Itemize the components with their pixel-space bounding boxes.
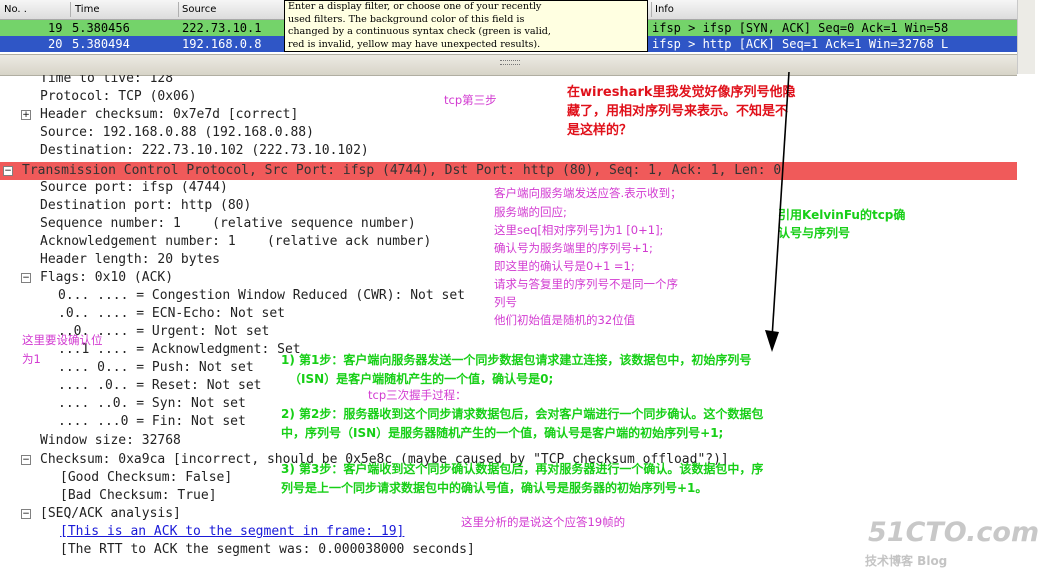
detail-protocol[interactable]: Protocol: TCP (0x06): [0, 88, 1017, 106]
note-step3-b: 列号是上一个同步请求数据包中的确认号值，确认号是服务器的初始序列号+1。: [281, 481, 708, 495]
packet-list-scrollbar[interactable]: [1017, 0, 1035, 74]
column-no[interactable]: No. .: [4, 4, 27, 15]
packet-time: 5.380494: [72, 37, 130, 51]
note-step1-a: 1) 第1步：客户端向服务器发送一个同步数据包请求建立连接，该数据包中，初始序列…: [281, 353, 752, 367]
packet-no: 19: [48, 21, 63, 35]
note-step2-a: 2) 第2步：服务器收到这个同步请求数据包后，会对客户端进行一个同步确认。这个数…: [281, 407, 764, 421]
note-frame: 这里分析的是说这个应答19帧的: [461, 515, 626, 529]
column-source[interactable]: Source: [182, 4, 216, 15]
note-pink-5: 即这里的确认号是0+1 =1;: [494, 259, 635, 273]
tooltip-line: red is invalid, yellow may have unexpect…: [288, 38, 541, 50]
tcp-header-row[interactable]: − Transmission Control Protocol, Src Port…: [0, 162, 1017, 180]
note-red-2: 藏了，用相对序列号来表示。不知是不: [567, 104, 789, 119]
note-pink-6: 请求与答复里的序列号不是同一个序: [494, 277, 678, 291]
note-third-step: tcp第三步: [444, 93, 497, 107]
column-info[interactable]: Info: [655, 4, 674, 15]
collapse-minus-icon[interactable]: −: [21, 509, 31, 519]
collapse-minus-icon[interactable]: −: [21, 455, 31, 465]
note-pink-8: 他们初始值是随机的32位值: [494, 313, 636, 327]
detail-source[interactable]: Source: 192.168.0.88 (192.168.0.88): [0, 124, 1017, 142]
detail-ttl[interactable]: Time to live: 128: [0, 75, 1017, 88]
packet-source: 192.168.0.8: [182, 37, 262, 51]
note-pink-7: 列号: [494, 295, 517, 309]
note-pink-2: 服务端的回应;: [494, 205, 567, 219]
detail-destination[interactable]: Destination: 222.73.10.102 (222.73.10.10…: [0, 142, 1017, 160]
column-time[interactable]: Time: [75, 4, 99, 15]
collapse-minus-icon[interactable]: −: [21, 273, 31, 283]
note-step2-b: 中，序列号（ISN）是服务器随机产生的一个值，确认号是客户端的初始序列号+1;: [281, 426, 724, 440]
watermark-subtitle: 技术博客 Blog: [865, 554, 948, 568]
filter-tooltip: Enter a display filter, or choose one of…: [284, 0, 648, 52]
note-pink-3: 这里seq[相对序列号]为1 [0+1];: [494, 223, 664, 237]
note-red-3: 是这样的？: [567, 123, 633, 138]
note-step3-a: 3) 第3步：客户端收到这个同步确认数据包后，再对服务器进行一个确认。该数据包中…: [281, 462, 764, 476]
tooltip-line: changed by a continuous syntax check (gr…: [288, 26, 551, 38]
tooltip-line: used filters. The background color of th…: [288, 13, 525, 25]
pane-splitter[interactable]: [0, 54, 1017, 76]
splitter-grip-icon: [500, 60, 520, 65]
note-handshake-title: tcp三次握手过程：: [368, 388, 467, 402]
detail-header-checksum[interactable]: + Header checksum: 0x7e7d [correct]: [0, 106, 1017, 124]
tooltip-line: Enter a display filter, or choose one of…: [288, 1, 542, 12]
packet-time: 5.380456: [72, 21, 130, 35]
packet-info: ifsp > http [ACK] Seq=1 Ack=1 Win=32768 …: [652, 37, 949, 51]
packet-source: 222.73.10.1: [182, 21, 262, 35]
arrow-down-icon: [765, 71, 790, 352]
packet-no: 20: [48, 37, 63, 51]
note-pink-4: 确认号为服务端里的序列号+1;: [494, 241, 653, 255]
expand-plus-icon[interactable]: +: [21, 110, 31, 120]
note-pink-1: 客户端向服务端发送应答.表示收到；: [494, 186, 682, 200]
collapse-minus-icon[interactable]: −: [3, 166, 13, 176]
note-confirm-2: 为1: [22, 352, 41, 366]
watermark-logo: 51CTO.com: [868, 517, 1040, 548]
packet-info: ifsp > ifsp [SYN, ACK] Seq=0 Ack=1 Win=5…: [652, 21, 949, 35]
note-confirm-1: 这里要设确认位: [22, 333, 103, 347]
